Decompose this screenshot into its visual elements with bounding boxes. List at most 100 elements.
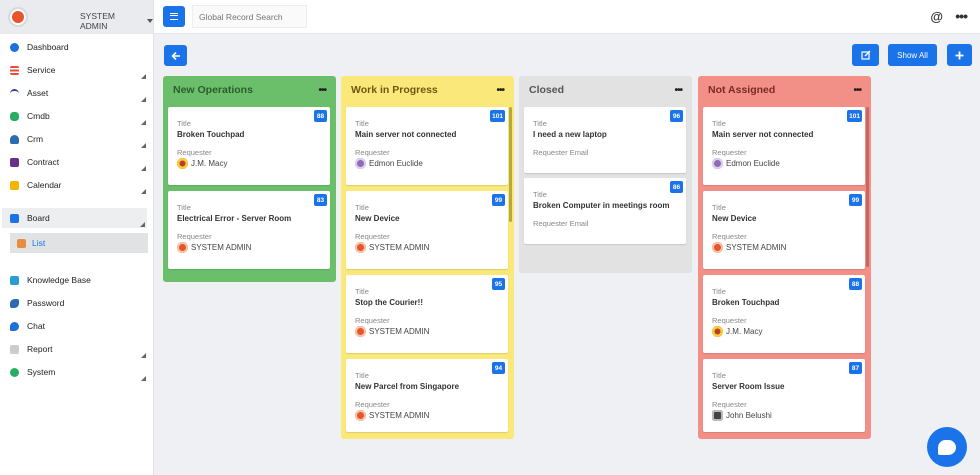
- sidebar-item-label: Chat: [27, 321, 45, 331]
- add-button[interactable]: [947, 44, 972, 66]
- logo-icon: [12, 11, 24, 23]
- card-id-badge: 87: [849, 362, 862, 374]
- card-title-label: Title: [177, 119, 191, 128]
- column-menu-icon[interactable]: •••: [674, 85, 682, 96]
- card-requester: John Belushi: [712, 410, 772, 421]
- requester-name: J.M. Macy: [726, 327, 763, 336]
- board-card[interactable]: 88 Title Broken Touchpad Requester J.M. …: [703, 275, 865, 353]
- card-id-badge: 94: [492, 362, 505, 374]
- sidebar-item-cmdb[interactable]: Cmdb: [0, 106, 154, 126]
- card-id-badge: 96: [670, 110, 683, 122]
- card-id-badge: 99: [492, 194, 505, 206]
- card-title-label: Title: [533, 119, 547, 128]
- board-card[interactable]: 95 Title Stop the Courier!! Requester SY…: [346, 275, 508, 353]
- sidebar-item-label: Crm: [27, 134, 44, 144]
- card-requester-label: Requester: [712, 400, 747, 409]
- menu-toggle-button[interactable]: [163, 6, 185, 27]
- requester-name: Edmon Euclide: [726, 159, 780, 168]
- card-requester: J.M. Macy: [712, 326, 762, 337]
- card-requester-label: Requester: [177, 148, 212, 157]
- column-menu-icon[interactable]: •••: [496, 85, 504, 96]
- board-card[interactable]: 99 Title New Device Requester SYSTEM ADM…: [346, 191, 508, 269]
- sidebar-item-label: List: [32, 238, 46, 248]
- card-title: Main server not connected: [712, 130, 814, 139]
- column-header: New Operations •••: [167, 76, 332, 104]
- user-menu[interactable]: SYSTEM ADMIN: [80, 11, 153, 31]
- avatar: [355, 410, 366, 421]
- knowledge-icon: [10, 275, 19, 285]
- column-header: Work in Progress •••: [345, 76, 510, 104]
- board-card[interactable]: 101 Title Main server not connected Requ…: [703, 107, 865, 185]
- show-all-button[interactable]: Show All: [888, 44, 937, 66]
- sidebar-item-label: Contract: [27, 157, 60, 167]
- board-card[interactable]: 88 Title Broken Touchpad Requester J.M. …: [168, 107, 330, 185]
- board-card[interactable]: 99 Title New Device Requester SYSTEM ADM…: [703, 191, 865, 269]
- requester-name: J.M. Macy: [191, 159, 228, 168]
- board-card[interactable]: 101 Title Main server not connected Requ…: [346, 107, 508, 185]
- arrow-left-icon: [170, 51, 180, 60]
- sidebar-item-calendar[interactable]: Calendar: [0, 175, 154, 195]
- back-button[interactable]: [164, 45, 187, 66]
- card-requester: SYSTEM ADMIN: [712, 242, 786, 253]
- column-menu-icon[interactable]: •••: [853, 85, 861, 96]
- sidebar-item-report[interactable]: Report: [0, 339, 154, 359]
- sidebar-item-crm[interactable]: Crm: [0, 129, 154, 149]
- sidebar-header: SYSTEM ADMIN: [0, 0, 153, 34]
- card-requester: Edmon Euclide: [355, 158, 423, 169]
- board-icon: [10, 213, 19, 223]
- sidebar-item-board[interactable]: Board: [2, 208, 147, 228]
- card-id-badge: 101: [847, 110, 862, 122]
- sidebar-item-asset[interactable]: Asset: [0, 83, 154, 103]
- board-card[interactable]: 87 Title Server Room Issue Requester Joh…: [703, 359, 865, 432]
- board-column-closed: Closed ••• 96 Title I need a new laptop …: [519, 76, 692, 273]
- sidebar-item-label: Cmdb: [27, 111, 50, 121]
- card-requester-label: Requester: [712, 232, 747, 241]
- card-title: Broken Computer in meetings room: [533, 201, 670, 210]
- sidebar-item-password[interactable]: Password: [0, 293, 154, 313]
- sidebar-item-service[interactable]: Service: [0, 60, 154, 80]
- card-id-badge: 88: [314, 110, 327, 122]
- board-card[interactable]: 83 Title Electrical Error - Server Room …: [168, 191, 330, 269]
- sidebar-item-label: Asset: [27, 88, 49, 98]
- column-header: Closed •••: [523, 76, 688, 104]
- sidebar-item-dashboard[interactable]: Dashboard: [0, 37, 154, 57]
- sidebar-item-label: Report: [27, 344, 53, 354]
- more-options-icon[interactable]: •••: [955, 8, 968, 24]
- wifi-icon: [10, 88, 19, 98]
- card-title: New Parcel from Singapore: [355, 382, 460, 391]
- expand-arrow-icon: [141, 189, 146, 194]
- column-title: Not Assigned: [708, 84, 776, 96]
- sidebar-item-label: Service: [27, 65, 56, 75]
- requester-name: SYSTEM ADMIN: [369, 243, 430, 252]
- mention-icon[interactable]: @: [930, 9, 943, 24]
- card-requester-label: Requester: [712, 316, 747, 325]
- sidebar-item-contract[interactable]: Contract: [0, 152, 154, 172]
- show-all-label: Show All: [897, 50, 928, 60]
- avatar: [712, 410, 723, 421]
- edit-button[interactable]: [852, 44, 879, 66]
- card-title: Broken Touchpad: [712, 298, 780, 307]
- app-logo[interactable]: [8, 7, 28, 27]
- contract-icon: [10, 157, 19, 167]
- board-card[interactable]: 94 Title New Parcel from Singapore Reque…: [346, 359, 508, 432]
- sidebar-item-system[interactable]: System: [0, 362, 154, 382]
- card-requester: SYSTEM ADMIN: [355, 410, 429, 421]
- card-requester-email-label: Requester Email: [533, 148, 589, 157]
- plus-icon: [955, 51, 964, 59]
- column-scrollbar[interactable]: [866, 107, 869, 267]
- column-menu-icon[interactable]: •••: [318, 85, 326, 96]
- board-card[interactable]: 96 Title I need a new laptop Requester E…: [524, 107, 686, 173]
- sidebar-item-label: System: [27, 367, 56, 377]
- top-bar: @ •••: [154, 0, 980, 34]
- global-search-input[interactable]: [192, 5, 307, 28]
- sidebar-item-knowledge-base[interactable]: Knowledge Base: [0, 270, 154, 290]
- board-card[interactable]: 86 Title Broken Computer in meetings roo…: [524, 178, 686, 244]
- column-header: Not Assigned •••: [702, 76, 867, 104]
- card-requester-label: Requester: [355, 400, 390, 409]
- column-scrollbar[interactable]: [509, 107, 512, 222]
- card-requester: SYSTEM ADMIN: [355, 242, 429, 253]
- sidebar-item-list[interactable]: List: [10, 233, 148, 253]
- key-icon: [10, 298, 19, 308]
- sidebar-item-chat[interactable]: Chat: [0, 316, 154, 336]
- chat-launcher-button[interactable]: [927, 427, 967, 467]
